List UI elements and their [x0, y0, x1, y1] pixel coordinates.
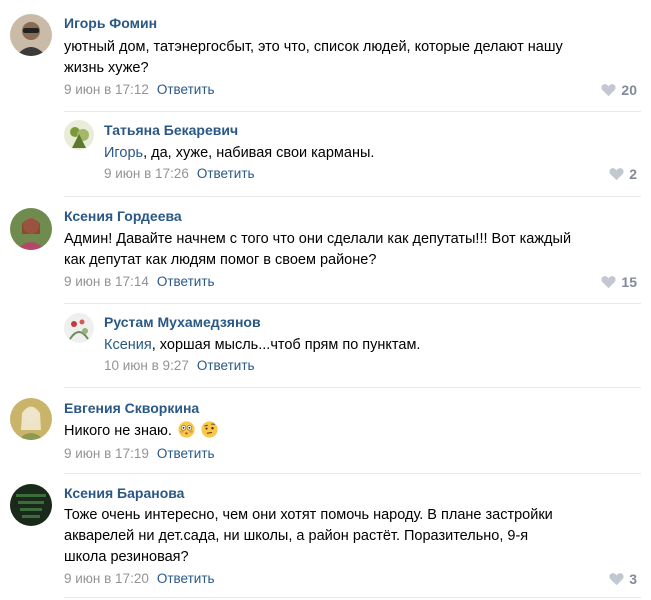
- comment-text-body: , хоршая мысль...чтоб прям по пунктам.: [151, 337, 421, 353]
- reply-button[interactable]: Ответить: [157, 82, 215, 97]
- reply-button[interactable]: Ответить: [157, 446, 215, 461]
- like-button[interactable]: 3: [609, 571, 637, 587]
- reply-address-link[interactable]: Ксения: [104, 337, 152, 353]
- like-count: 3: [629, 571, 637, 587]
- author-name[interactable]: Ксения Гордеева: [64, 208, 182, 224]
- comment-date[interactable]: 9 июн в 17:14: [64, 274, 149, 289]
- comment-date[interactable]: 10 июн в 9:27: [104, 358, 189, 373]
- face-with-raised-eyebrow-icon: [201, 421, 218, 438]
- comment-meta: 9 июн в 17:14 Ответить: [64, 274, 215, 289]
- reply-button[interactable]: Ответить: [197, 166, 255, 181]
- comment-text: Админ! Давайте начнем с того что они сде…: [64, 229, 571, 271]
- like-button[interactable]: 15: [601, 274, 637, 290]
- flushed-face-icon: [178, 421, 195, 438]
- comment-text-line: Тоже очень интересно, чем они хотят помо…: [64, 507, 553, 523]
- author-name[interactable]: Татьяна Бекаревич: [104, 122, 238, 138]
- comment-date[interactable]: 9 июн в 17:19: [64, 446, 149, 461]
- reply-button[interactable]: Ответить: [197, 358, 255, 373]
- reply-button[interactable]: Ответить: [157, 571, 215, 586]
- separator: [64, 196, 641, 197]
- heart-icon: [601, 84, 616, 97]
- comment-text: Ксения, хоршая мысль...чтоб прям по пунк…: [104, 335, 420, 356]
- comment-meta: 9 июн в 17:20 Ответить: [64, 571, 215, 586]
- separator: [64, 111, 641, 112]
- author-name[interactable]: Евгения Скворкина: [64, 400, 199, 416]
- comment-date[interactable]: 9 июн в 17:20: [64, 571, 149, 586]
- avatar[interactable]: [64, 120, 94, 150]
- comment-meta: 9 июн в 17:26 Ответить: [104, 166, 255, 181]
- comment-text: Игорь, да, хуже, набивая свои карманы.: [104, 143, 374, 164]
- comment-meta: 9 июн в 17:12 Ответить: [64, 82, 215, 97]
- reply-address-link[interactable]: Игорь: [104, 145, 143, 161]
- heart-icon: [601, 276, 616, 289]
- separator: [64, 473, 641, 474]
- heart-icon: [609, 168, 624, 181]
- comment-text-body: , да, хуже, набивая свои карманы.: [143, 145, 375, 161]
- avatar[interactable]: [10, 484, 52, 526]
- separator: [64, 597, 641, 598]
- like-count: 2: [629, 166, 637, 182]
- comment-text: уютный дом, татэнергосбыт, это что, спис…: [64, 37, 563, 79]
- comment-text: Тоже очень интересно, чем они хотят помо…: [64, 505, 553, 568]
- comment-text: Никого не знаю.: [64, 421, 218, 442]
- author-name[interactable]: Рустам Мухамедзянов: [104, 314, 261, 330]
- separator: [64, 387, 641, 388]
- comment-date[interactable]: 9 июн в 17:12: [64, 82, 149, 97]
- like-count: 20: [621, 82, 637, 98]
- reply-button[interactable]: Ответить: [157, 274, 215, 289]
- like-count: 15: [621, 274, 637, 290]
- author-name[interactable]: Ксения Баранова: [64, 485, 184, 501]
- avatar[interactable]: [64, 313, 94, 343]
- comment-text-body: Никого не знаю.: [64, 423, 172, 439]
- comment-text-line: жизнь хуже?: [64, 60, 149, 76]
- avatar[interactable]: [10, 14, 52, 56]
- comment-text-line: акварелей ни дет.сада, ни школы, а район…: [64, 528, 529, 544]
- separator: [64, 303, 641, 304]
- comment-text-line: Админ! Давайте начнем с того что они сде…: [64, 231, 572, 247]
- comment-date[interactable]: 9 июн в 17:26: [104, 166, 189, 181]
- comment-meta: 9 июн в 17:19 Ответить: [64, 446, 215, 461]
- comment-text-line: школа резиновая?: [64, 549, 189, 565]
- like-button[interactable]: 20: [601, 82, 637, 98]
- author-name[interactable]: Игорь Фомин: [64, 15, 157, 31]
- avatar[interactable]: [10, 398, 52, 440]
- comment-text-line: уютный дом, татэнергосбыт, это что, спис…: [64, 39, 563, 55]
- heart-icon: [609, 573, 624, 586]
- comment-meta: 10 июн в 9:27 Ответить: [104, 358, 255, 373]
- comment-text-line: как депутат как людям помог в своем райо…: [64, 252, 377, 268]
- avatar[interactable]: [10, 208, 52, 250]
- like-button[interactable]: 2: [609, 166, 637, 182]
